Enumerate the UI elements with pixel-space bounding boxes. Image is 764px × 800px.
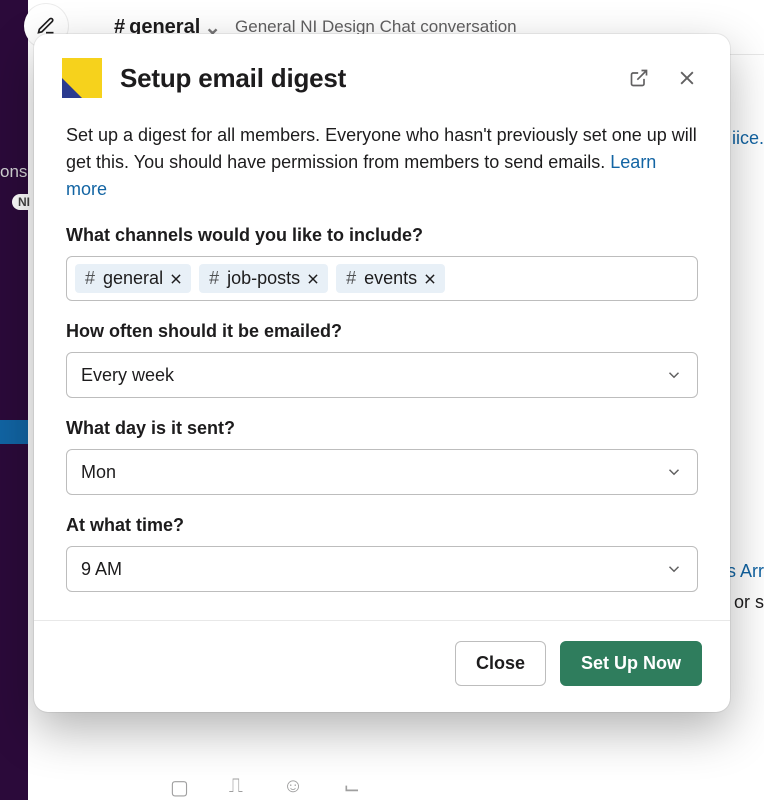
x-icon — [306, 272, 320, 286]
chip-label: general — [103, 268, 163, 289]
app-logo — [62, 58, 102, 98]
remove-chip-button[interactable] — [169, 272, 183, 286]
time-field: At what time? 9 AM — [66, 515, 698, 592]
time-select[interactable]: 9 AM — [66, 546, 698, 592]
hash-icon: # — [85, 268, 95, 289]
chevron-down-icon — [665, 366, 683, 384]
day-value: Mon — [81, 462, 116, 483]
modal-header: Setup email digest — [34, 34, 730, 108]
x-icon — [169, 272, 183, 286]
day-label: What day is it sent? — [66, 418, 698, 439]
setup-email-digest-modal: Setup email digest Set up a digest for a… — [34, 34, 730, 712]
modal-title: Setup email digest — [120, 63, 606, 94]
time-label: At what time? — [66, 515, 698, 536]
open-external-button[interactable] — [624, 63, 654, 93]
time-value: 9 AM — [81, 559, 122, 580]
close-modal-button[interactable] — [672, 63, 702, 93]
modal-body: Set up a digest for all members. Everyon… — [34, 108, 730, 620]
frequency-select[interactable]: Every week — [66, 352, 698, 398]
channels-label: What channels would you like to include? — [66, 225, 698, 246]
close-button[interactable]: Close — [455, 641, 546, 686]
channel-chip-events[interactable]: # events — [336, 264, 445, 293]
close-icon — [677, 68, 697, 88]
hash-icon: # — [346, 268, 356, 289]
channels-field: What channels would you like to include?… — [66, 225, 698, 301]
chevron-down-icon — [665, 463, 683, 481]
description-text: Set up a digest for all members. Everyon… — [66, 125, 697, 172]
channels-input[interactable]: # general # job-posts # events — [66, 256, 698, 301]
chip-label: events — [364, 268, 417, 289]
x-icon — [423, 272, 437, 286]
chip-label: job-posts — [227, 268, 300, 289]
day-field: What day is it sent? Mon — [66, 418, 698, 495]
set-up-now-button[interactable]: Set Up Now — [560, 641, 702, 686]
channel-chip-general[interactable]: # general — [75, 264, 191, 293]
channel-chip-job-posts[interactable]: # job-posts — [199, 264, 328, 293]
frequency-label: How often should it be emailed? — [66, 321, 698, 342]
chevron-down-icon — [665, 560, 683, 578]
hash-icon: # — [209, 268, 219, 289]
modal-description: Set up a digest for all members. Everyon… — [66, 122, 698, 203]
modal-footer: Close Set Up Now — [34, 620, 730, 712]
remove-chip-button[interactable] — [423, 272, 437, 286]
frequency-value: Every week — [81, 365, 174, 386]
day-select[interactable]: Mon — [66, 449, 698, 495]
frequency-field: How often should it be emailed? Every we… — [66, 321, 698, 398]
remove-chip-button[interactable] — [306, 272, 320, 286]
external-link-icon — [629, 68, 649, 88]
